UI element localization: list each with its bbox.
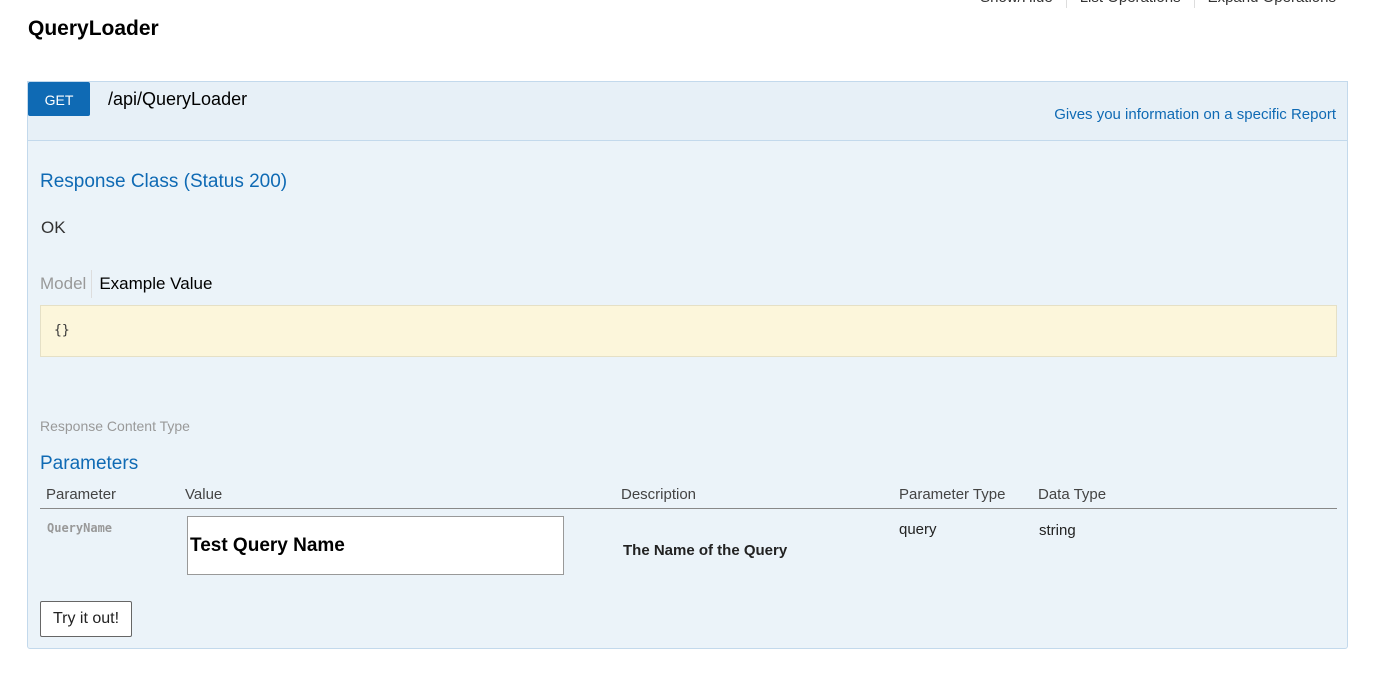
endpoint-path[interactable]: /api/QueryLoader [108,89,247,110]
expand-operations-link[interactable]: Expand Operations [1195,0,1336,8]
response-status-text: OK [41,218,66,237]
operation-summary[interactable]: Gives you information on a specific Repo… [1054,106,1336,123]
model-tabs: Model Example Value [40,270,212,298]
try-it-out-button[interactable]: Try it out! [40,601,132,637]
operation-panel: GET /api/QueryLoader Gives you informati… [27,81,1348,649]
show-hide-link[interactable]: Show/Hide [967,0,1066,8]
response-class-title: Response Class (Status 200) [40,171,288,192]
http-method-badge[interactable]: GET [28,82,90,116]
parameters-title: Parameters [40,453,139,474]
list-operations-link[interactable]: List Operations [1067,0,1194,8]
response-content-type-label: Response Content Type [40,418,190,434]
tab-model[interactable]: Model [40,274,91,294]
table-row: QueryName The Name of the Query query st… [40,509,1337,579]
tab-example-value[interactable]: Example Value [99,274,212,294]
parameter-data-type: string [1039,522,1076,539]
operation-heading[interactable]: GET /api/QueryLoader Gives you informati… [28,82,1347,141]
example-value-snippet[interactable]: {} [40,305,1337,357]
query-name-input[interactable] [187,516,564,575]
col-header-description: Description [621,486,697,503]
parameter-name: QueryName [47,521,113,535]
col-header-data-type: Data Type [1038,486,1107,503]
parameters-table: Parameter Value Description Parameter Ty… [40,484,1337,579]
parameter-type: query [899,521,937,538]
parameters-table-header: Parameter Value Description Parameter Ty… [40,484,1337,509]
resource-actions: Show/Hide List Operations Expand Operati… [967,0,1336,8]
parameter-description: The Name of the Query [623,542,788,559]
resource-title[interactable]: QueryLoader [28,16,159,42]
col-header-parameter: Parameter [46,486,117,503]
col-header-value: Value [185,486,223,503]
col-header-parameter-type: Parameter Type [899,486,1006,503]
tab-divider [91,270,93,298]
